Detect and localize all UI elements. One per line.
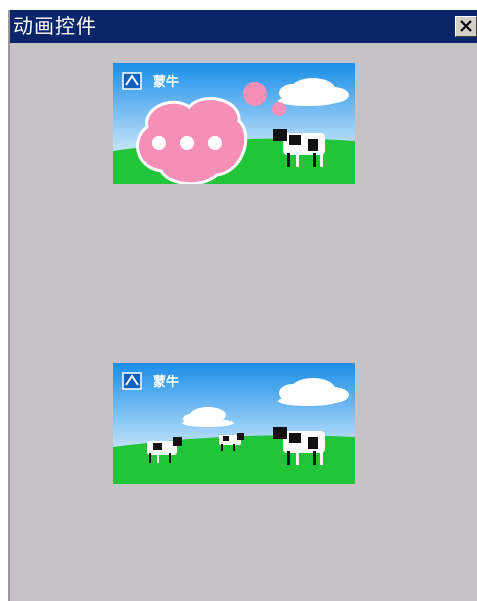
window-title: 动画控件 — [13, 14, 97, 38]
mengniu-logo-icon — [122, 72, 142, 90]
animation-frame-1: 蒙牛 — [113, 63, 355, 184]
close-button[interactable] — [455, 16, 477, 37]
animation-control-window: 动画控件 蒙牛 蒙牛 — [8, 10, 477, 601]
title-bar[interactable]: 动画控件 — [10, 10, 477, 43]
banner-image-2 — [113, 363, 355, 484]
banner-image-1 — [113, 63, 355, 184]
close-icon — [460, 20, 472, 32]
brand-label: 蒙牛 — [153, 75, 180, 90]
animation-frame-2: 蒙牛 — [113, 363, 355, 484]
mengniu-logo-icon — [122, 372, 142, 390]
brand-label: 蒙牛 — [153, 375, 180, 390]
